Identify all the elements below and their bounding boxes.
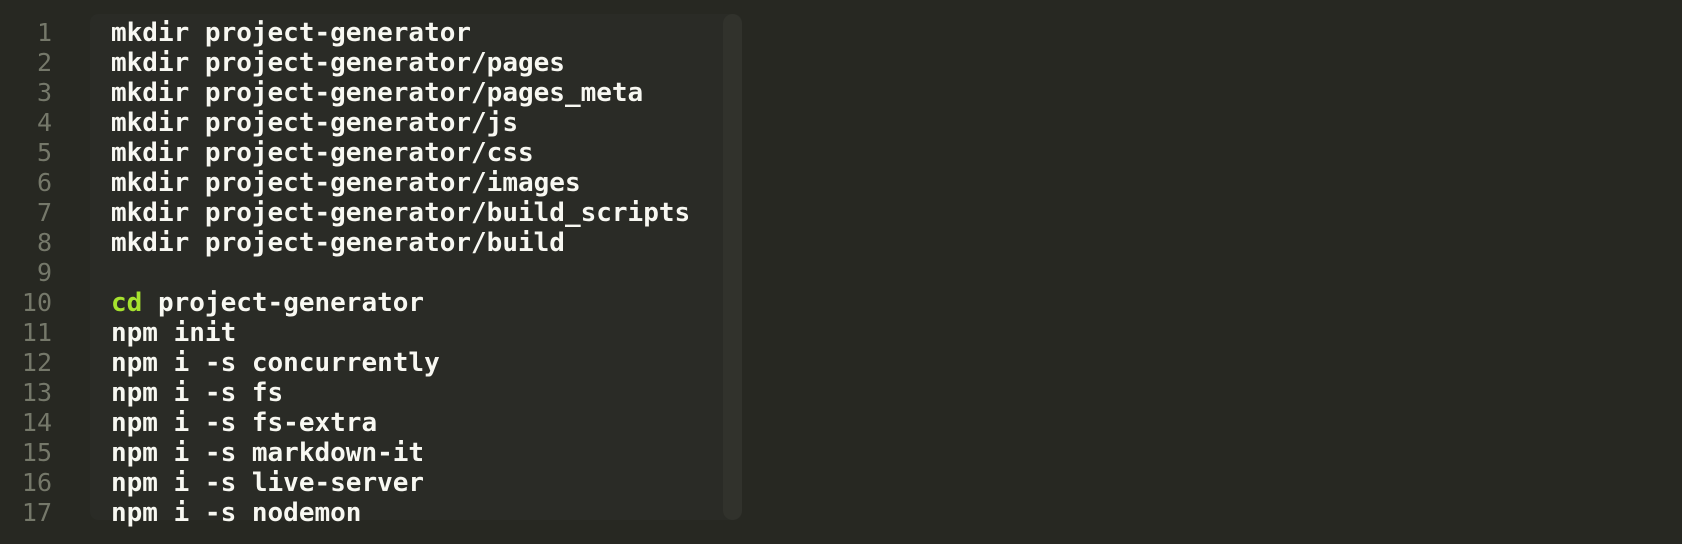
line-number: 11 <box>21 318 52 347</box>
code-text: npm i -s fs <box>111 378 284 408</box>
code-text: mkdir project-generator/build <box>111 228 565 258</box>
line-number: 3 <box>36 78 52 107</box>
line-number: 17 <box>21 498 52 527</box>
code-line[interactable]: mkdir project-generator <box>111 18 690 48</box>
code-text: npm i -s live-server <box>111 468 425 498</box>
code-line[interactable]: mkdir project-generator/build_scripts <box>111 198 690 228</box>
code-line[interactable]: npm i -s concurrently <box>111 348 690 378</box>
code-line[interactable]: mkdir project-generator/js <box>111 108 690 138</box>
code-keyword: cd <box>111 288 143 318</box>
line-number: 10 <box>21 288 52 317</box>
code-line[interactable]: mkdir project-generator/images <box>111 168 690 198</box>
line-number: 4 <box>36 108 52 137</box>
code-text: npm i -s concurrently <box>111 348 440 378</box>
code-text: mkdir project-generator/build_scripts <box>111 198 691 228</box>
code-line[interactable]: cd project-generator <box>111 288 690 318</box>
line-number: 12 <box>21 348 52 377</box>
code-text: mkdir project-generator/css <box>111 138 534 168</box>
line-number: 13 <box>21 378 52 407</box>
code-line[interactable]: npm init <box>111 318 690 348</box>
code-line[interactable]: mkdir project-generator/css <box>111 138 690 168</box>
code-text: mkdir project-generator/pages_meta <box>111 78 644 108</box>
code-line[interactable]: npm i -s fs-extra <box>111 408 690 438</box>
code-line[interactable]: npm i -s fs <box>111 378 690 408</box>
code-line[interactable]: mkdir project-generator/pages_meta <box>111 78 690 108</box>
code-text: npm i -s markdown-it <box>111 438 425 468</box>
code-text: mkdir project-generator <box>111 18 472 48</box>
code-editor[interactable]: 1 2 3 4 5 6 7 8 9 10 11 12 13 14 15 16 1… <box>0 0 1682 544</box>
line-number: 9 <box>36 258 52 287</box>
line-number: 16 <box>21 468 52 497</box>
code-line[interactable]: mkdir project-generator/build <box>111 228 690 258</box>
code-text: npm i -s fs-extra <box>111 408 378 438</box>
line-number: 14 <box>21 408 52 437</box>
code-text: mkdir project-generator/js <box>111 108 518 138</box>
code-text: mkdir project-generator/images <box>111 168 581 198</box>
code-text: mkdir project-generator/pages <box>111 48 565 78</box>
line-number: 5 <box>36 138 52 167</box>
line-number: 6 <box>36 168 52 197</box>
code-line[interactable]: npm i -s live-server <box>111 468 690 498</box>
line-number: 1 <box>36 18 52 47</box>
line-number: 7 <box>36 198 52 227</box>
line-number: 8 <box>36 228 52 257</box>
code-text: npm i -s nodemon <box>111 498 362 528</box>
code-text-area[interactable]: mkdir project-generator mkdir project-ge… <box>111 18 690 528</box>
code-line[interactable]: mkdir project-generator/pages <box>111 48 690 78</box>
line-number-gutter: 1 2 3 4 5 6 7 8 9 10 11 12 13 14 15 16 1… <box>0 18 52 528</box>
vertical-scrollbar[interactable] <box>723 14 742 520</box>
line-number: 15 <box>21 438 52 467</box>
code-line[interactable] <box>111 258 690 288</box>
code-text: npm init <box>111 318 237 348</box>
code-text: project-generator <box>142 288 425 318</box>
code-line[interactable]: npm i -s markdown-it <box>111 438 690 468</box>
code-line[interactable]: npm i -s nodemon <box>111 498 690 528</box>
line-number: 2 <box>36 48 52 77</box>
